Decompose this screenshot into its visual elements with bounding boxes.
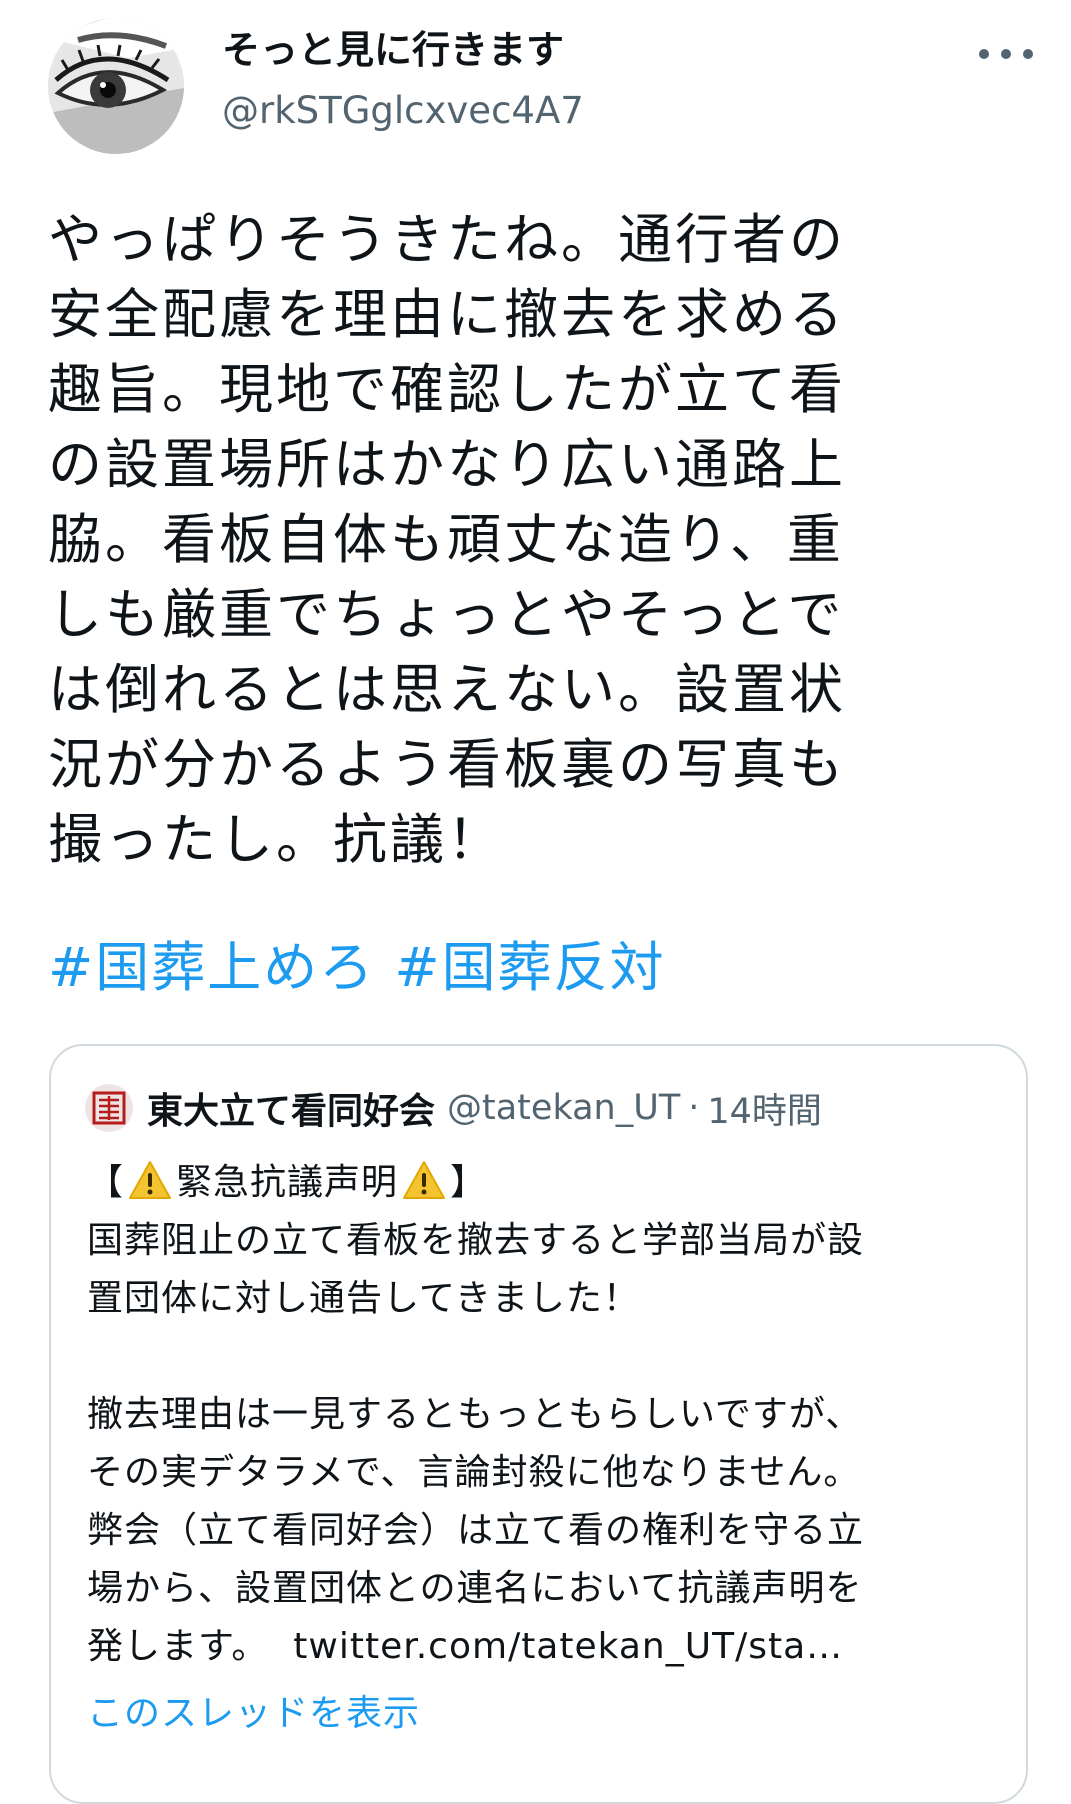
show-thread-link[interactable]: このスレッドを表示 [87, 1685, 420, 1743]
tweet-text-line: しも厳重でちょっとやそっとで [48, 583, 845, 646]
quoted-link[interactable]: twitter.com/tatekan_UT/sta… [293, 1626, 843, 1667]
quoted-title-bracket-close: 】 [450, 1162, 488, 1203]
quoted-author-name[interactable]: 東大立て看同好会 [147, 1082, 435, 1134]
quoted-title-text: 緊急抗議声明 [176, 1162, 399, 1203]
author-handle[interactable]: @rkSTGglcxvec4A7 [222, 86, 584, 136]
tweet-text-line: は倒れるとは思えない。設置状 [48, 658, 846, 721]
separator-dot: · [688, 1088, 700, 1128]
hashtag-row: #国葬上めろ #国葬反対 [48, 930, 666, 1005]
more-horizontal-icon [979, 49, 1033, 59]
author-display-name[interactable]: そっと見に行きます [222, 24, 564, 76]
tweet-text: やっぱりそうきたね。通行者の 安全配慮を理由に撤去を求める 趣旨。現地で確認した… [48, 202, 1008, 877]
tweet-header: そっと見に行きます @rkSTGglcxvec4A7 [0, 0, 1071, 170]
quoted-title-line: 【 緊急抗議声明 】 [87, 1154, 1007, 1212]
quoted-title-bracket-open: 【 [87, 1162, 125, 1203]
tweet-text-line: 況が分かるよう看板裏の写真も [48, 733, 846, 796]
quoted-body-line [87, 1328, 1007, 1386]
quoted-body-line: 国葬阻止の立て看板を撤去すると学部当局が設 [87, 1220, 865, 1261]
tweet-text-line: やっぱりそうきたね。通行者の [48, 208, 846, 271]
warning-triangle-icon [403, 1161, 446, 1199]
quoted-tweet-card[interactable]: 東大立て看同好会 @tatekan_UT · 14時間 【 緊急抗議声明 】 国葬阻… [49, 1044, 1028, 1804]
quoted-author-handle[interactable]: @tatekan_UT [447, 1088, 680, 1128]
quoted-tweet-body: 【 緊急抗議声明 】 国葬阻止の立て看板を撤去すると学部当局が設 置団体に対し通告し… [87, 1154, 1007, 1676]
quoted-body-line: 撤去理由は一見するともっともらしいですが、 [87, 1394, 863, 1435]
hashtag-link[interactable]: #国葬反対 [394, 936, 665, 999]
quoted-timestamp[interactable]: 14時間 [707, 1083, 822, 1134]
quoted-body-text: 発します。 [87, 1626, 269, 1667]
quoted-body-last-line: 発します。 twitter.com/tatekan_UT/sta… [87, 1618, 1007, 1676]
tweet-text-line: 安全配慮を理由に撤去を求める [48, 283, 846, 346]
tweet-text-line: の設置場所はかなり広い通路上 [48, 433, 846, 496]
quoted-body-line: その実デタラメで、言論封殺に他なりません。 [87, 1452, 861, 1493]
quoted-body-line: 場から、設置団体との連名において抗議声明を [87, 1568, 863, 1609]
quoted-author-avatar[interactable] [85, 1084, 133, 1132]
author-avatar[interactable] [48, 18, 184, 154]
quoted-tweet-header: 東大立て看同好会 @tatekan_UT · 14時間 [85, 1084, 822, 1132]
warning-triangle-icon [129, 1161, 172, 1199]
more-options-button[interactable] [976, 36, 1036, 72]
quoted-body-line: 置団体に対し通告してきました！ [87, 1278, 640, 1319]
tweet-text-line: 趣旨。現地で確認したが立て看 [48, 358, 846, 421]
tweet-text-line: 撮ったし。抗議！ [48, 808, 504, 871]
tweet-text-line: 脇。看板自体も頑丈な造り、重 [48, 508, 844, 571]
hashtag-link[interactable]: #国葬上めろ [48, 936, 375, 999]
quoted-body-line: 弊会（立て看同好会）は立て看の権利を守る立 [87, 1510, 865, 1551]
